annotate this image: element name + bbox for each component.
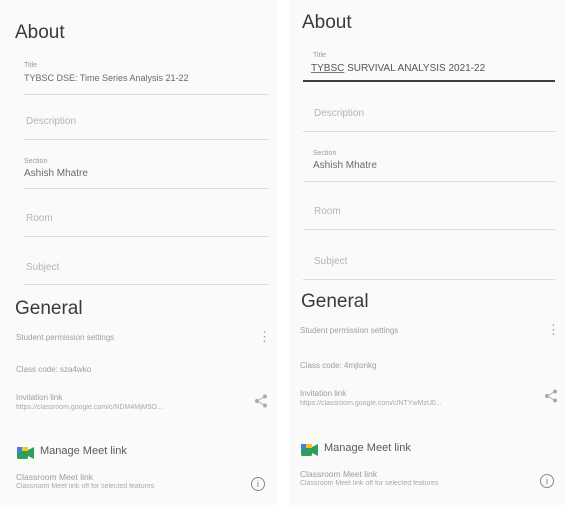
title-rest: SURVIVAL ANALYSIS 2021-22 [344,63,486,74]
class-settings-screenshot-left: About Title TYBSC DSE: Time Series Analy… [0,0,277,505]
section-label: Section [24,158,48,165]
subject-field-underline [24,284,269,285]
manage-meet-link[interactable]: Manage Meet link [40,445,127,457]
class-code: Class code: sza4wko [16,365,92,374]
title-field-active-underline [303,80,555,82]
title-field[interactable]: TYBSC SURVIVAL ANALYSIS 2021-22 [311,63,485,74]
section-field[interactable]: Ashish Mhatre [24,168,88,179]
section-label: Section [313,150,337,157]
invitation-link-label: Invitation link [300,389,347,398]
subject-field[interactable]: Subject [314,256,347,267]
student-permission-settings[interactable]: Student permission settings [16,333,114,342]
class-settings-screenshot-right: About Title TYBSC SURVIVAL ANALYSIS 2021… [289,0,565,505]
manage-meet-link[interactable]: Manage Meet link [324,442,411,454]
share-icon[interactable] [544,389,558,405]
invitation-link-label: Invitation link [16,393,63,402]
description-field-underline [24,139,269,140]
room-field[interactable]: Room [26,213,53,224]
title-field[interactable]: TYBSC DSE: Time Series Analysis 21-22 [24,73,189,83]
subject-field-underline [303,279,555,280]
description-field-underline [303,131,555,132]
section-field-underline [24,188,269,189]
title-label: Title [313,52,326,59]
title-label: Title [24,62,37,69]
student-permission-settings[interactable]: Student permission settings [300,326,398,335]
more-vert-icon[interactable]: ⋮ [547,323,560,336]
section-field[interactable]: Ashish Mhatre [313,160,377,171]
info-icon[interactable]: i [540,474,554,488]
screenshot-divider [277,0,289,505]
classroom-meet-link-description: Classroom Meet link off for selected fea… [300,480,439,487]
class-code: Class code: 4mjtonkg [300,361,377,370]
info-icon[interactable]: i [251,477,265,491]
google-meet-icon [17,446,34,459]
classroom-meet-link-label: Classroom Meet link [300,469,377,479]
about-heading: About [15,22,65,43]
room-field[interactable]: Room [314,206,341,217]
description-field[interactable]: Description [314,108,364,119]
general-heading: General [301,291,369,312]
more-vert-icon[interactable]: ⋮ [258,330,271,343]
classroom-meet-link-label: Classroom Meet link [16,472,93,482]
section-field-underline [303,181,555,182]
about-heading: About [302,12,352,33]
title-field-underline [24,94,269,95]
invitation-link-url[interactable]: https://classroom.google.com/c/NDM4MjM5O… [16,404,236,411]
title-misspelled-word: TYBSC [311,63,345,74]
room-field-underline [303,229,555,230]
share-icon[interactable] [254,394,268,410]
google-meet-icon [301,443,318,456]
invitation-link-url[interactable]: https://classroom.google.com/c/NTYwMzU0.… [300,400,525,407]
subject-field[interactable]: Subject [26,262,59,273]
room-field-underline [24,236,269,237]
general-heading: General [15,298,83,319]
classroom-meet-link-description: Classroom Meet link off for selected fea… [16,483,155,490]
description-field[interactable]: Description [26,116,76,127]
